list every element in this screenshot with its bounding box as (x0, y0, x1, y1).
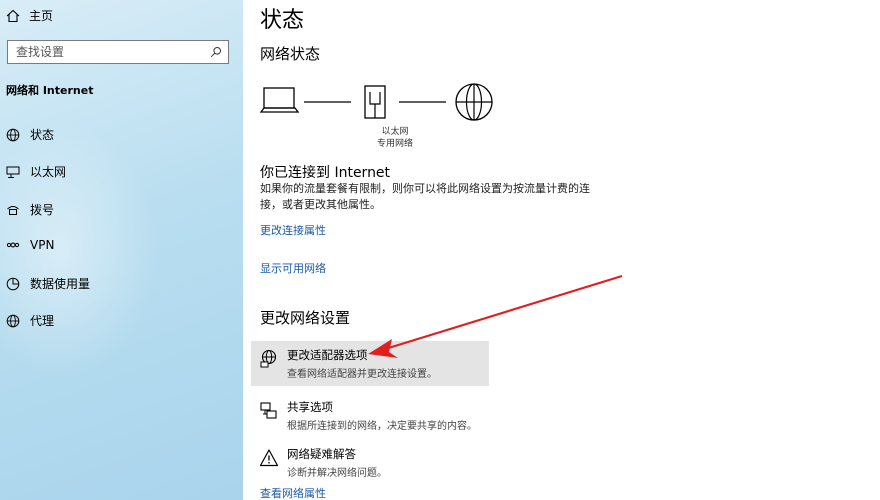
sidebar: 主页 网络和 Internet 状态 以太网 拨号 VPN 数据使用量 代理 (0, 0, 243, 500)
ethernet-adapter-icon (364, 85, 386, 119)
option-description: 根据所连接到的网络，决定要共享的内容。 (287, 421, 477, 432)
sidebar-item-label: 代理 (30, 314, 55, 328)
change-connection-properties-link[interactable]: 更改连接属性 (260, 222, 326, 238)
sidebar-item-dialup[interactable]: 拨号 (6, 201, 54, 218)
network-diagram: 以太网 专用网络 (259, 82, 500, 152)
proxy-globe-icon (6, 314, 20, 327)
network-type-label: 专用网络 (376, 139, 413, 149)
show-available-networks-link[interactable]: 显示可用网络 (260, 260, 326, 276)
network-status-heading: 网络状态 (260, 45, 321, 63)
page-title: 状态 (260, 8, 305, 33)
change-network-settings-heading: 更改网络设置 (260, 309, 351, 327)
sidebar-item-vpn[interactable]: VPN (6, 238, 54, 252)
view-network-properties-link[interactable]: 查看网络属性 (260, 485, 326, 500)
network-diagram-graphic (259, 83, 493, 121)
sidebar-item-data-usage[interactable]: 数据使用量 (6, 275, 90, 292)
sidebar-item-proxy[interactable]: 代理 (6, 312, 54, 329)
adapter-icon (260, 349, 277, 368)
search-icon[interactable] (210, 46, 222, 58)
search-box[interactable] (7, 40, 229, 64)
home-label: 主页 (29, 9, 54, 23)
home-icon (6, 9, 20, 22)
sharing-options[interactable]: 共享选项 根据所连接到的网络，决定要共享的内容。 (251, 393, 489, 438)
sidebar-item-label: 数据使用量 (30, 277, 91, 291)
internet-globe-icon (455, 83, 493, 121)
sidebar-item-label: VPN (30, 238, 55, 252)
globe-icon (6, 128, 20, 141)
option-title: 更改适配器选项 (287, 348, 368, 362)
connection-status-description: 如果你的流量套餐有限制，则你可以将此网络设置为按流量计费的连接，或者更改其他属性… (260, 182, 590, 211)
laptop-icon (259, 87, 300, 113)
vpn-icon (6, 242, 20, 248)
sidebar-item-label: 以太网 (30, 165, 67, 179)
sidebar-item-ethernet[interactable]: 以太网 (6, 163, 66, 180)
sidebar-item-status[interactable]: 状态 (6, 126, 54, 143)
sidebar-item-label: 拨号 (30, 203, 55, 217)
dialup-icon (7, 205, 19, 215)
ethernet-icon (6, 166, 20, 178)
option-title: 网络疑难解答 (287, 447, 356, 461)
main-content: 状态 网络状态 以太网 专用网络 你已连接到 Internet 如果你的流量套餐… (243, 0, 880, 500)
change-adapter-options[interactable]: 更改适配器选项 查看网络适配器并更改连接设置。 (251, 341, 489, 386)
home-nav-item[interactable]: 主页 (6, 7, 53, 24)
warning-icon (259, 449, 279, 467)
sidebar-item-label: 状态 (30, 128, 55, 142)
option-title: 共享选项 (287, 400, 333, 414)
option-description: 诊断并解决网络问题。 (287, 468, 387, 479)
sharing-icon (260, 402, 277, 419)
connection-status-heading: 你已连接到 Internet (260, 165, 391, 181)
search-input[interactable] (16, 45, 210, 59)
data-usage-icon (6, 277, 20, 290)
sidebar-section-title: 网络和 Internet (6, 84, 94, 97)
option-description: 查看网络适配器并更改连接设置。 (287, 369, 437, 380)
network-troubleshooter[interactable]: 网络疑难解答 诊断并解决网络问题。 (251, 440, 489, 485)
